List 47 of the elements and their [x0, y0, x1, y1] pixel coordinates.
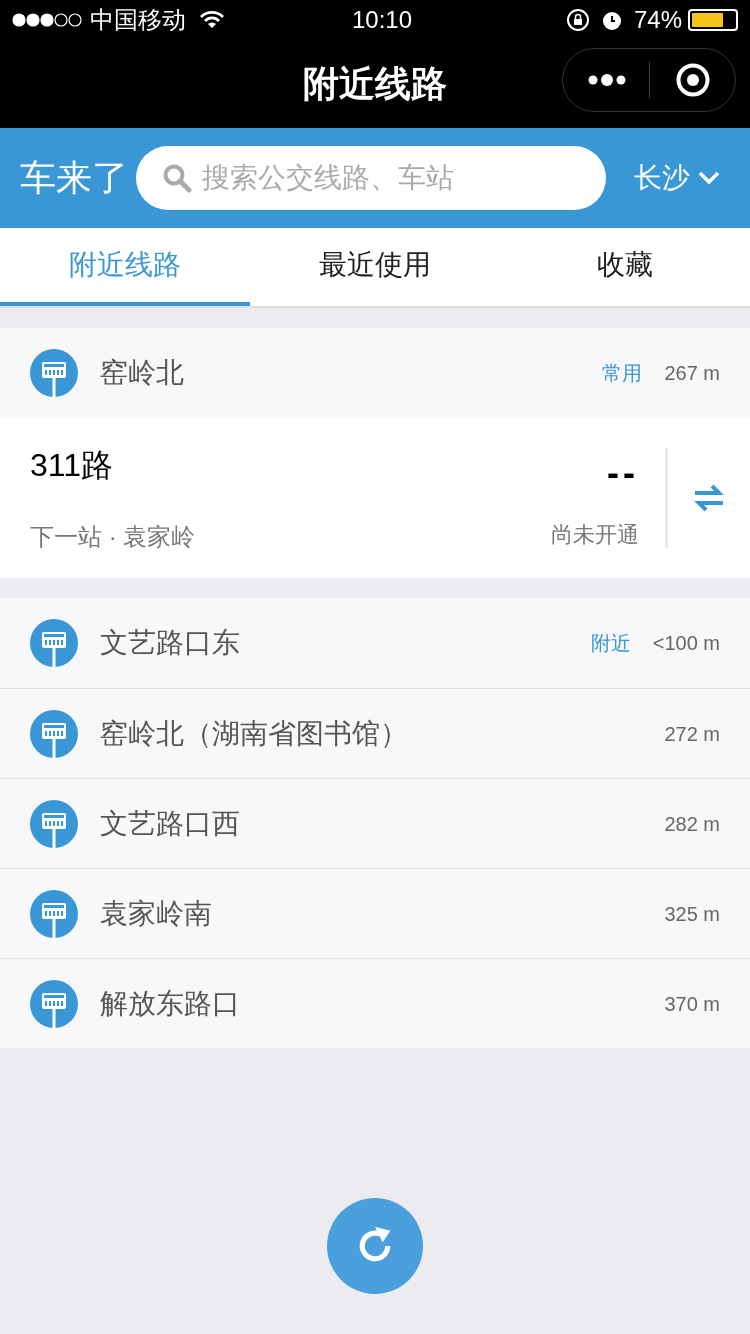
station-tag: 附近 — [590, 628, 631, 658]
search-icon — [162, 163, 192, 193]
station-name: 文艺路口西 — [100, 806, 241, 841]
carrier-name: 中国移动 — [90, 5, 186, 35]
station-row[interactable]: 窑岭北 常用 267 m — [0, 328, 750, 418]
page-title: 附近线路 — [303, 62, 447, 106]
battery-icon — [688, 9, 738, 31]
station-distance: 325 m — [664, 901, 720, 927]
rotation-lock-icon — [565, 8, 590, 32]
station-distance: 370 m — [664, 991, 720, 1017]
station-distance: <100 m — [652, 631, 720, 656]
route-name: 311路 — [30, 446, 113, 485]
station-name: 窑岭北（湖南省图书馆） — [100, 716, 409, 751]
bus-stop-icon — [30, 889, 78, 938]
search-field[interactable]: 搜索公交线路、车站 — [136, 146, 606, 210]
tab[interactable]: 收藏 — [500, 228, 750, 306]
station-tag: 常用 — [602, 358, 643, 388]
tab[interactable]: 最近使用 — [250, 228, 500, 306]
station-row[interactable]: 文艺路口西 282 m — [0, 778, 750, 868]
route-status: 尚未开通 — [551, 520, 639, 549]
close-icon[interactable] — [676, 63, 710, 97]
station-row[interactable]: 窑岭北（湖南省图书馆） 272 m — [0, 688, 750, 778]
next-stop: 下一站 · 袁家岭 — [30, 522, 196, 552]
station-name: 文艺路口东 — [100, 626, 241, 660]
station-distance: 282 m — [664, 811, 720, 837]
clock-time: 10:10 — [352, 5, 413, 35]
bus-stop-icon — [30, 709, 78, 758]
station-name: 解放东路口 — [100, 986, 241, 1021]
station-row[interactable]: 解放东路口 370 m — [0, 958, 750, 1048]
more-icon[interactable] — [587, 73, 627, 87]
app-brand: 车来了 — [20, 156, 128, 200]
bus-stop-icon — [30, 619, 78, 667]
bus-stop-icon — [30, 799, 78, 848]
battery-percent: 74% — [633, 5, 682, 35]
station-name: 窑岭北 — [100, 356, 185, 390]
station-row[interactable]: 文艺路口东 附近 <100 m — [0, 598, 750, 688]
bus-stop-icon — [30, 349, 78, 397]
arrival-time: -- — [607, 450, 639, 495]
station-row[interactable]: 袁家岭南 325 m — [0, 868, 750, 958]
station-distance: 267 m — [664, 361, 720, 386]
signal-icon — [12, 13, 82, 27]
bus-stop-icon — [30, 979, 78, 1028]
chevron-down-icon — [698, 171, 720, 185]
station-name: 袁家岭南 — [100, 896, 213, 931]
wifi-icon — [200, 11, 224, 29]
station-distance: 272 m — [664, 721, 720, 747]
route-card[interactable]: 311路 下一站 · 袁家岭 -- 尚未开通 — [0, 418, 750, 578]
